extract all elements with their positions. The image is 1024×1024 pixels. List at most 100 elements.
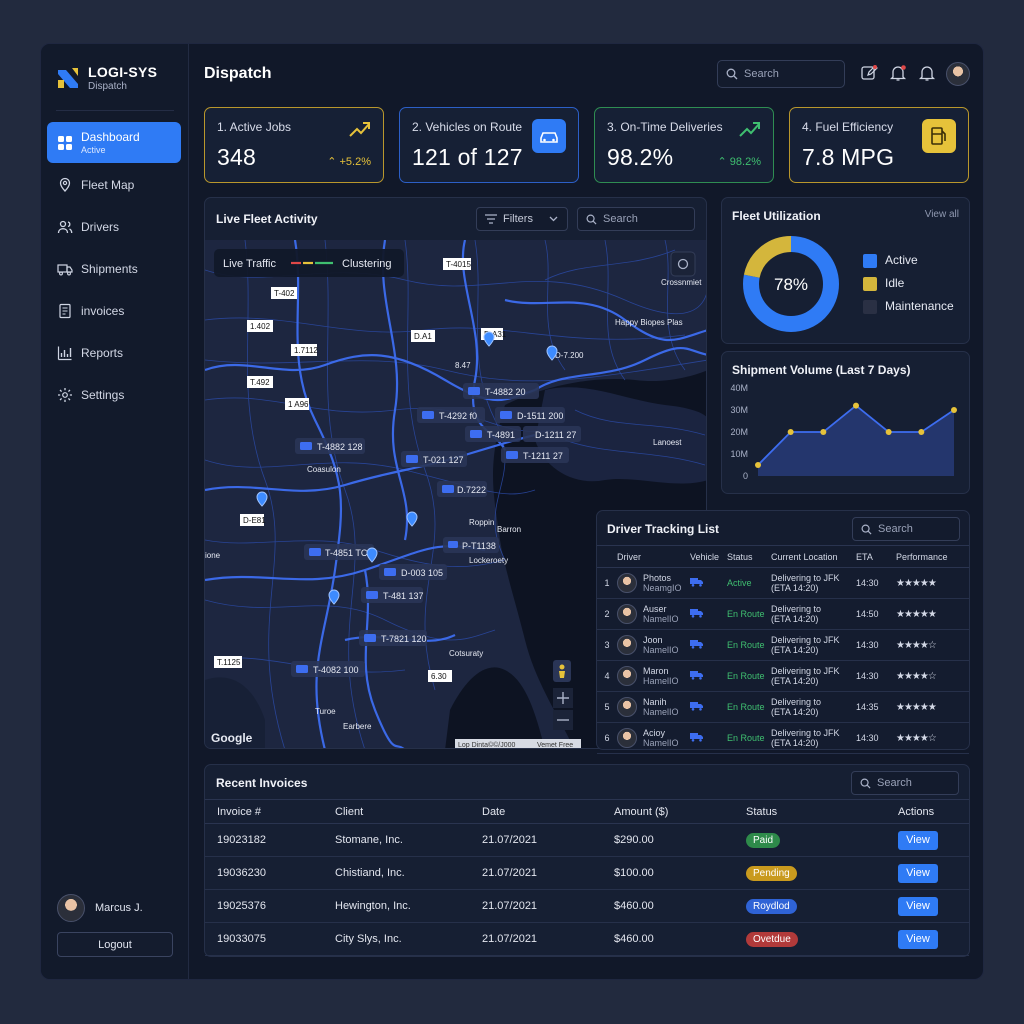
user-profile[interactable]: Marcus J.: [57, 894, 143, 922]
view-button[interactable]: View: [898, 830, 938, 850]
table-row[interactable]: 19036230 Chistiand, Inc. 21.07/2021 $100.00…: [205, 856, 969, 890]
sidebar-item-label: Dashboard: [81, 130, 140, 144]
table-row[interactable]: 3 Joon NamelIO En Route Delivering to JFK (ET…: [597, 629, 969, 661]
kpi-card-active-jobs[interactable]: 1. Active Jobs 348 ⌃ +5.2%: [204, 107, 384, 183]
global-search[interactable]: [717, 60, 845, 88]
vehicle-marker[interactable]: T-1211 27: [501, 447, 569, 463]
zoom-out-button[interactable]: [553, 710, 573, 730]
actions-cell: View: [898, 889, 969, 923]
vehicle-marker[interactable]: D-1211 27: [523, 426, 581, 442]
vehicle-marker[interactable]: T-481 137: [361, 587, 424, 603]
sidebar-item-settings[interactable]: Settings: [47, 374, 181, 415]
sidebar-item-invoices[interactable]: invoices: [47, 290, 181, 331]
table-row[interactable]: 2 Auser NamelIO En Route Delivering to (ETA 1…: [597, 598, 969, 630]
map-place-label: 1.402: [247, 320, 273, 332]
bell-icon[interactable]: [918, 64, 936, 82]
kpi-card-vehicles-on-route[interactable]: 2. Vehicles on Route 121 of 127: [399, 107, 579, 183]
vehicle-marker[interactable]: T-4292 f0: [417, 407, 485, 423]
data-point: [885, 429, 892, 435]
column-header[interactable]: Amount ($): [614, 799, 746, 824]
vehicle-marker[interactable]: T-4882 20: [463, 383, 539, 399]
search-input[interactable]: [744, 68, 834, 80]
notification-bell-icon[interactable]: [889, 64, 907, 82]
view-all-link[interactable]: View all: [925, 209, 959, 220]
street-view-control[interactable]: [553, 660, 571, 682]
driver-search-input[interactable]: [878, 523, 948, 535]
legend-label: Active: [885, 253, 918, 267]
svg-text:D-1511 200: D-1511 200: [517, 411, 563, 421]
column-header[interactable]: Status: [746, 799, 898, 824]
column-header[interactable]: ETA: [856, 545, 896, 568]
map-place-label: T-402: [271, 287, 297, 299]
column-header[interactable]: Client: [335, 799, 482, 824]
y-tick-label: 10M: [730, 449, 748, 459]
kpi-card-fuel-efficiency[interactable]: 4. Fuel Efficiency 7.8 MPG: [789, 107, 969, 183]
sidebar-item-dashboard[interactable]: Dashboard Active: [47, 122, 181, 163]
table-row[interactable]: 19033075 City Slys, Inc. 21.07/2021 $460.00…: [205, 922, 969, 956]
table-row[interactable]: 19025376 Hewington, Inc. 21.07/2021 $460.00…: [205, 889, 969, 923]
vehicle-marker[interactable]: T-4891: [465, 426, 521, 442]
map-search[interactable]: [577, 207, 695, 231]
column-header[interactable]: Performance: [896, 545, 969, 568]
legend-item-idle: Idle: [863, 272, 954, 295]
table-row[interactable]: 6 Acioy NamelIO En Route Delivering to JFK (E…: [597, 722, 969, 754]
table-row[interactable]: 4 Maron HamelIO En Route Delivering to JFK (E…: [597, 660, 969, 692]
location-eta: (ETA 14:20): [771, 676, 819, 686]
svg-text:T-481 137: T-481 137: [383, 591, 424, 601]
y-tick-label: 20M: [730, 427, 748, 437]
avatar: [617, 697, 637, 717]
column-header[interactable]: Driver: [617, 545, 690, 568]
google-logo: Google: [211, 731, 253, 745]
vehicle-marker[interactable]: T-021 127: [401, 451, 467, 467]
fleet-utilization-panel: Fleet Utilization View all 78% Active Id…: [721, 197, 970, 344]
client-name: Hewington, Inc.: [335, 889, 482, 923]
kpi-card-on-time-deliveries[interactable]: 3. On-Time Deliveries 98.2% ⌃ 98.2%: [594, 107, 774, 183]
driver-id: NamelIO: [643, 614, 679, 624]
driver-search[interactable]: [852, 517, 960, 541]
status-cell: Roydlod: [746, 889, 898, 923]
vehicle-marker[interactable]: T-4851 TC7: [304, 544, 374, 560]
location-eta: (ETA 14:20): [771, 738, 819, 748]
view-button[interactable]: View: [898, 863, 938, 883]
rating-stars: ★★★★★: [896, 691, 969, 723]
table-row[interactable]: 5 Nanih NamelIO En Route Delivering to (ETA 1…: [597, 691, 969, 723]
view-button[interactable]: View: [898, 929, 938, 949]
column-header[interactable]: Invoice #: [205, 799, 335, 824]
row-number: 4: [597, 660, 617, 692]
sidebar-item-reports[interactable]: Reports: [47, 332, 181, 373]
map-search-input[interactable]: [603, 213, 693, 225]
column-header[interactable]: Status: [727, 545, 771, 568]
status-badge: Paid: [746, 832, 781, 848]
map-layers-control[interactable]: [670, 251, 696, 277]
vehicle-marker[interactable]: T-4082 100: [291, 661, 365, 677]
sidebar-item-fleet-map[interactable]: Fleet Map: [47, 164, 181, 205]
truck-icon: [57, 263, 73, 275]
vehicle-marker[interactable]: T-7821 120: [359, 630, 427, 646]
edit-icon[interactable]: [860, 64, 878, 82]
column-header[interactable]: Actions: [898, 799, 969, 824]
table-row[interactable]: 19023182 Stomane, Inc. 21.07/2021 $290.00 Pa…: [205, 823, 969, 857]
invoice-search-input[interactable]: [877, 777, 947, 789]
map-legend-cluster: Clustering: [342, 258, 392, 270]
map-pin-icon: [59, 177, 71, 192]
sidebar-item-drivers[interactable]: Drivers: [47, 206, 181, 247]
invoice-search[interactable]: [851, 771, 959, 795]
column-header[interactable]: Current Location: [771, 545, 856, 568]
vehicle-marker[interactable]: D-003 105: [379, 564, 447, 580]
driver-name: Acioy: [643, 727, 666, 738]
view-button[interactable]: View: [898, 896, 938, 916]
filters-button[interactable]: Filters: [476, 207, 568, 231]
kpi-delta: ⌃ +5.2%: [327, 156, 371, 168]
vehicle-marker[interactable]: D-1511 200: [495, 407, 565, 423]
header-avatar[interactable]: [946, 62, 970, 86]
vehicle-marker[interactable]: D.7222: [437, 481, 487, 497]
zoom-in-button[interactable]: [553, 688, 573, 708]
column-header[interactable]: Date: [482, 799, 614, 824]
column-header[interactable]: Vehicle: [690, 545, 727, 568]
sidebar-item-shipments[interactable]: Shipments: [47, 248, 181, 289]
logout-button[interactable]: Logout: [57, 932, 173, 957]
table-row[interactable]: 1 Photos NeamgIO Active Delivering to JFK (ET…: [597, 567, 969, 599]
vehicle-marker[interactable]: P-T1138: [443, 537, 499, 553]
kpi-value: 7.8 MPG: [802, 144, 895, 170]
vehicle-marker[interactable]: T-4882 128: [295, 438, 365, 454]
